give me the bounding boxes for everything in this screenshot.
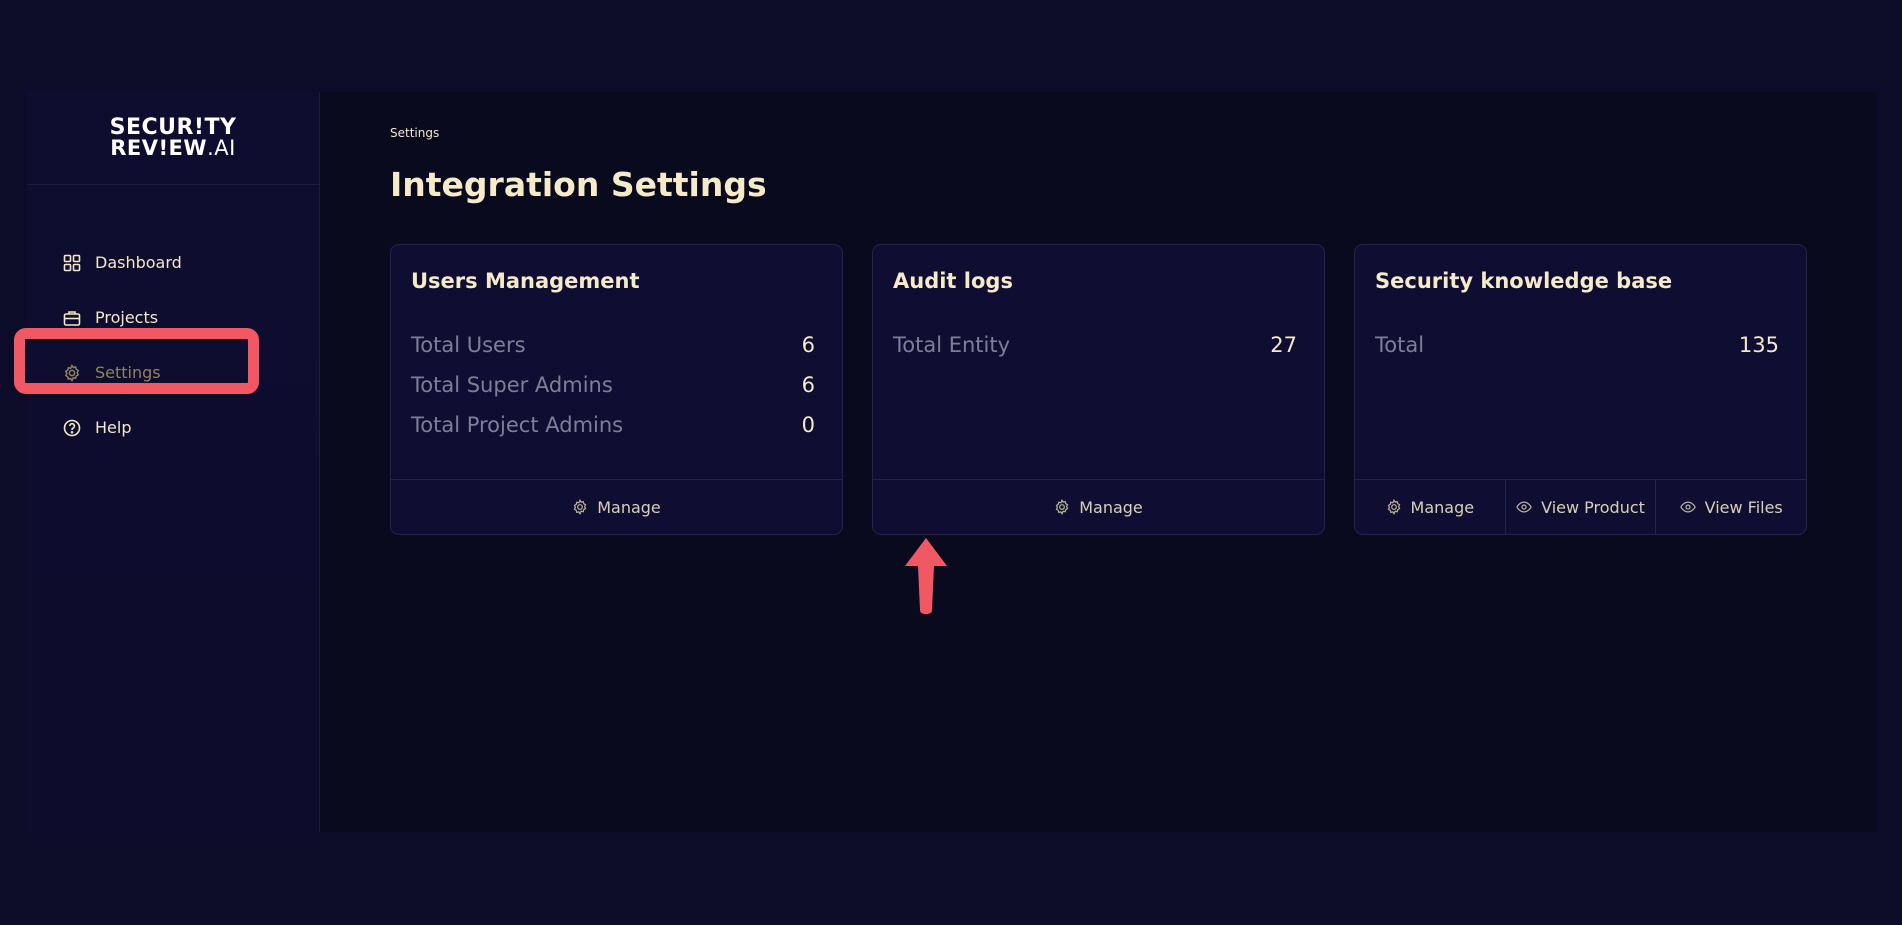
stat-label: Total Users: [411, 333, 526, 357]
audit-logs-card: Audit logs Total Entity 27 Manage: [872, 244, 1325, 535]
users-management-card: Users Management Total Users 6 Total Sup…: [390, 244, 843, 535]
stat-label: Total Super Admins: [411, 373, 613, 397]
sidebar-item-help[interactable]: Help: [27, 400, 319, 455]
stat-row: Total Entity 27: [893, 317, 1297, 357]
stat-row: Total Super Admins 6: [411, 357, 815, 397]
logo-line-2-suffix: .AI: [207, 136, 236, 160]
logo[interactable]: SECUR!TY REV!EW.AI: [27, 92, 319, 185]
audit-manage-button[interactable]: Manage: [873, 480, 1324, 534]
app-window: SECUR!TY REV!EW.AI Dashboard Projects Se…: [14, 92, 1877, 832]
button-label: Manage: [597, 497, 661, 517]
gear-icon: [63, 363, 81, 382]
view-product-button[interactable]: View Product: [1506, 480, 1657, 534]
sidebar-nav: Dashboard Projects Settings Help: [27, 185, 319, 455]
button-label: Manage: [1410, 497, 1475, 517]
sidebar-item-label: Projects: [95, 308, 159, 327]
stat-value: 6: [801, 373, 815, 397]
button-label: View Files: [1704, 497, 1783, 517]
gear-icon: [1386, 499, 1402, 515]
gear-icon: [572, 499, 588, 515]
card-title: Audit logs: [893, 269, 1013, 293]
logo-line-1: SECUR!TY: [109, 115, 237, 140]
button-label: Manage: [1079, 497, 1143, 517]
briefcase-icon: [63, 309, 81, 327]
stat-value: 27: [1270, 333, 1297, 357]
card-body: Users Management Total Users 6 Total Sup…: [391, 245, 842, 479]
stat-row: Total 135: [1375, 317, 1779, 357]
card-actions: Manage View Product View Files: [1355, 479, 1806, 534]
card-body: Security knowledge base Total 135: [1355, 245, 1806, 479]
view-files-button[interactable]: View Files: [1656, 480, 1806, 534]
sidebar-item-dashboard[interactable]: Dashboard: [27, 235, 319, 290]
button-label: View Product: [1541, 497, 1645, 517]
eye-icon: [1516, 499, 1532, 515]
card-body: Audit logs Total Entity 27: [873, 245, 1324, 479]
integration-cards: Users Management Total Users 6 Total Sup…: [390, 244, 1877, 535]
page-title: Integration Settings: [390, 165, 767, 204]
stat-label: Total Entity: [893, 333, 1011, 357]
gear-icon: [1054, 499, 1070, 515]
stat-label: Total Project Admins: [411, 413, 624, 437]
security-knowledge-base-card: Security knowledge base Total 135 Manage…: [1354, 244, 1807, 535]
stat-label: Total: [1375, 333, 1425, 357]
sidebar: SECUR!TY REV!EW.AI Dashboard Projects Se…: [14, 92, 320, 832]
stat-row: Total Project Admins 0: [411, 397, 815, 437]
help-circle-icon: [63, 419, 81, 437]
stat-value: 0: [801, 413, 815, 437]
logo-line-2: REV!EW.AI: [110, 138, 236, 159]
stat-value: 135: [1738, 333, 1779, 357]
card-title: Security knowledge base: [1375, 269, 1673, 293]
sidebar-item-settings[interactable]: Settings: [27, 345, 319, 400]
breadcrumb[interactable]: Settings: [390, 126, 1877, 140]
logo-line-2-main: REV!EW: [110, 136, 208, 160]
kb-manage-button[interactable]: Manage: [1355, 480, 1506, 534]
users-manage-button[interactable]: Manage: [391, 480, 842, 534]
eye-icon: [1679, 499, 1696, 515]
card-actions: Manage: [391, 479, 842, 534]
stat-row: Total Users 6: [411, 317, 815, 357]
arrow-up-annotation-icon: [905, 538, 947, 614]
sidebar-item-label: Help: [95, 418, 132, 437]
sidebar-item-projects[interactable]: Projects: [27, 290, 319, 345]
sidebar-item-label: Dashboard: [95, 253, 182, 272]
card-actions: Manage: [873, 479, 1324, 534]
card-title: Users Management: [411, 269, 640, 293]
main-content: Settings Integration Settings Users Mana…: [320, 92, 1877, 832]
sidebar-item-label: Settings: [95, 363, 161, 382]
grid-icon: [63, 254, 81, 272]
stat-value: 6: [801, 333, 815, 357]
